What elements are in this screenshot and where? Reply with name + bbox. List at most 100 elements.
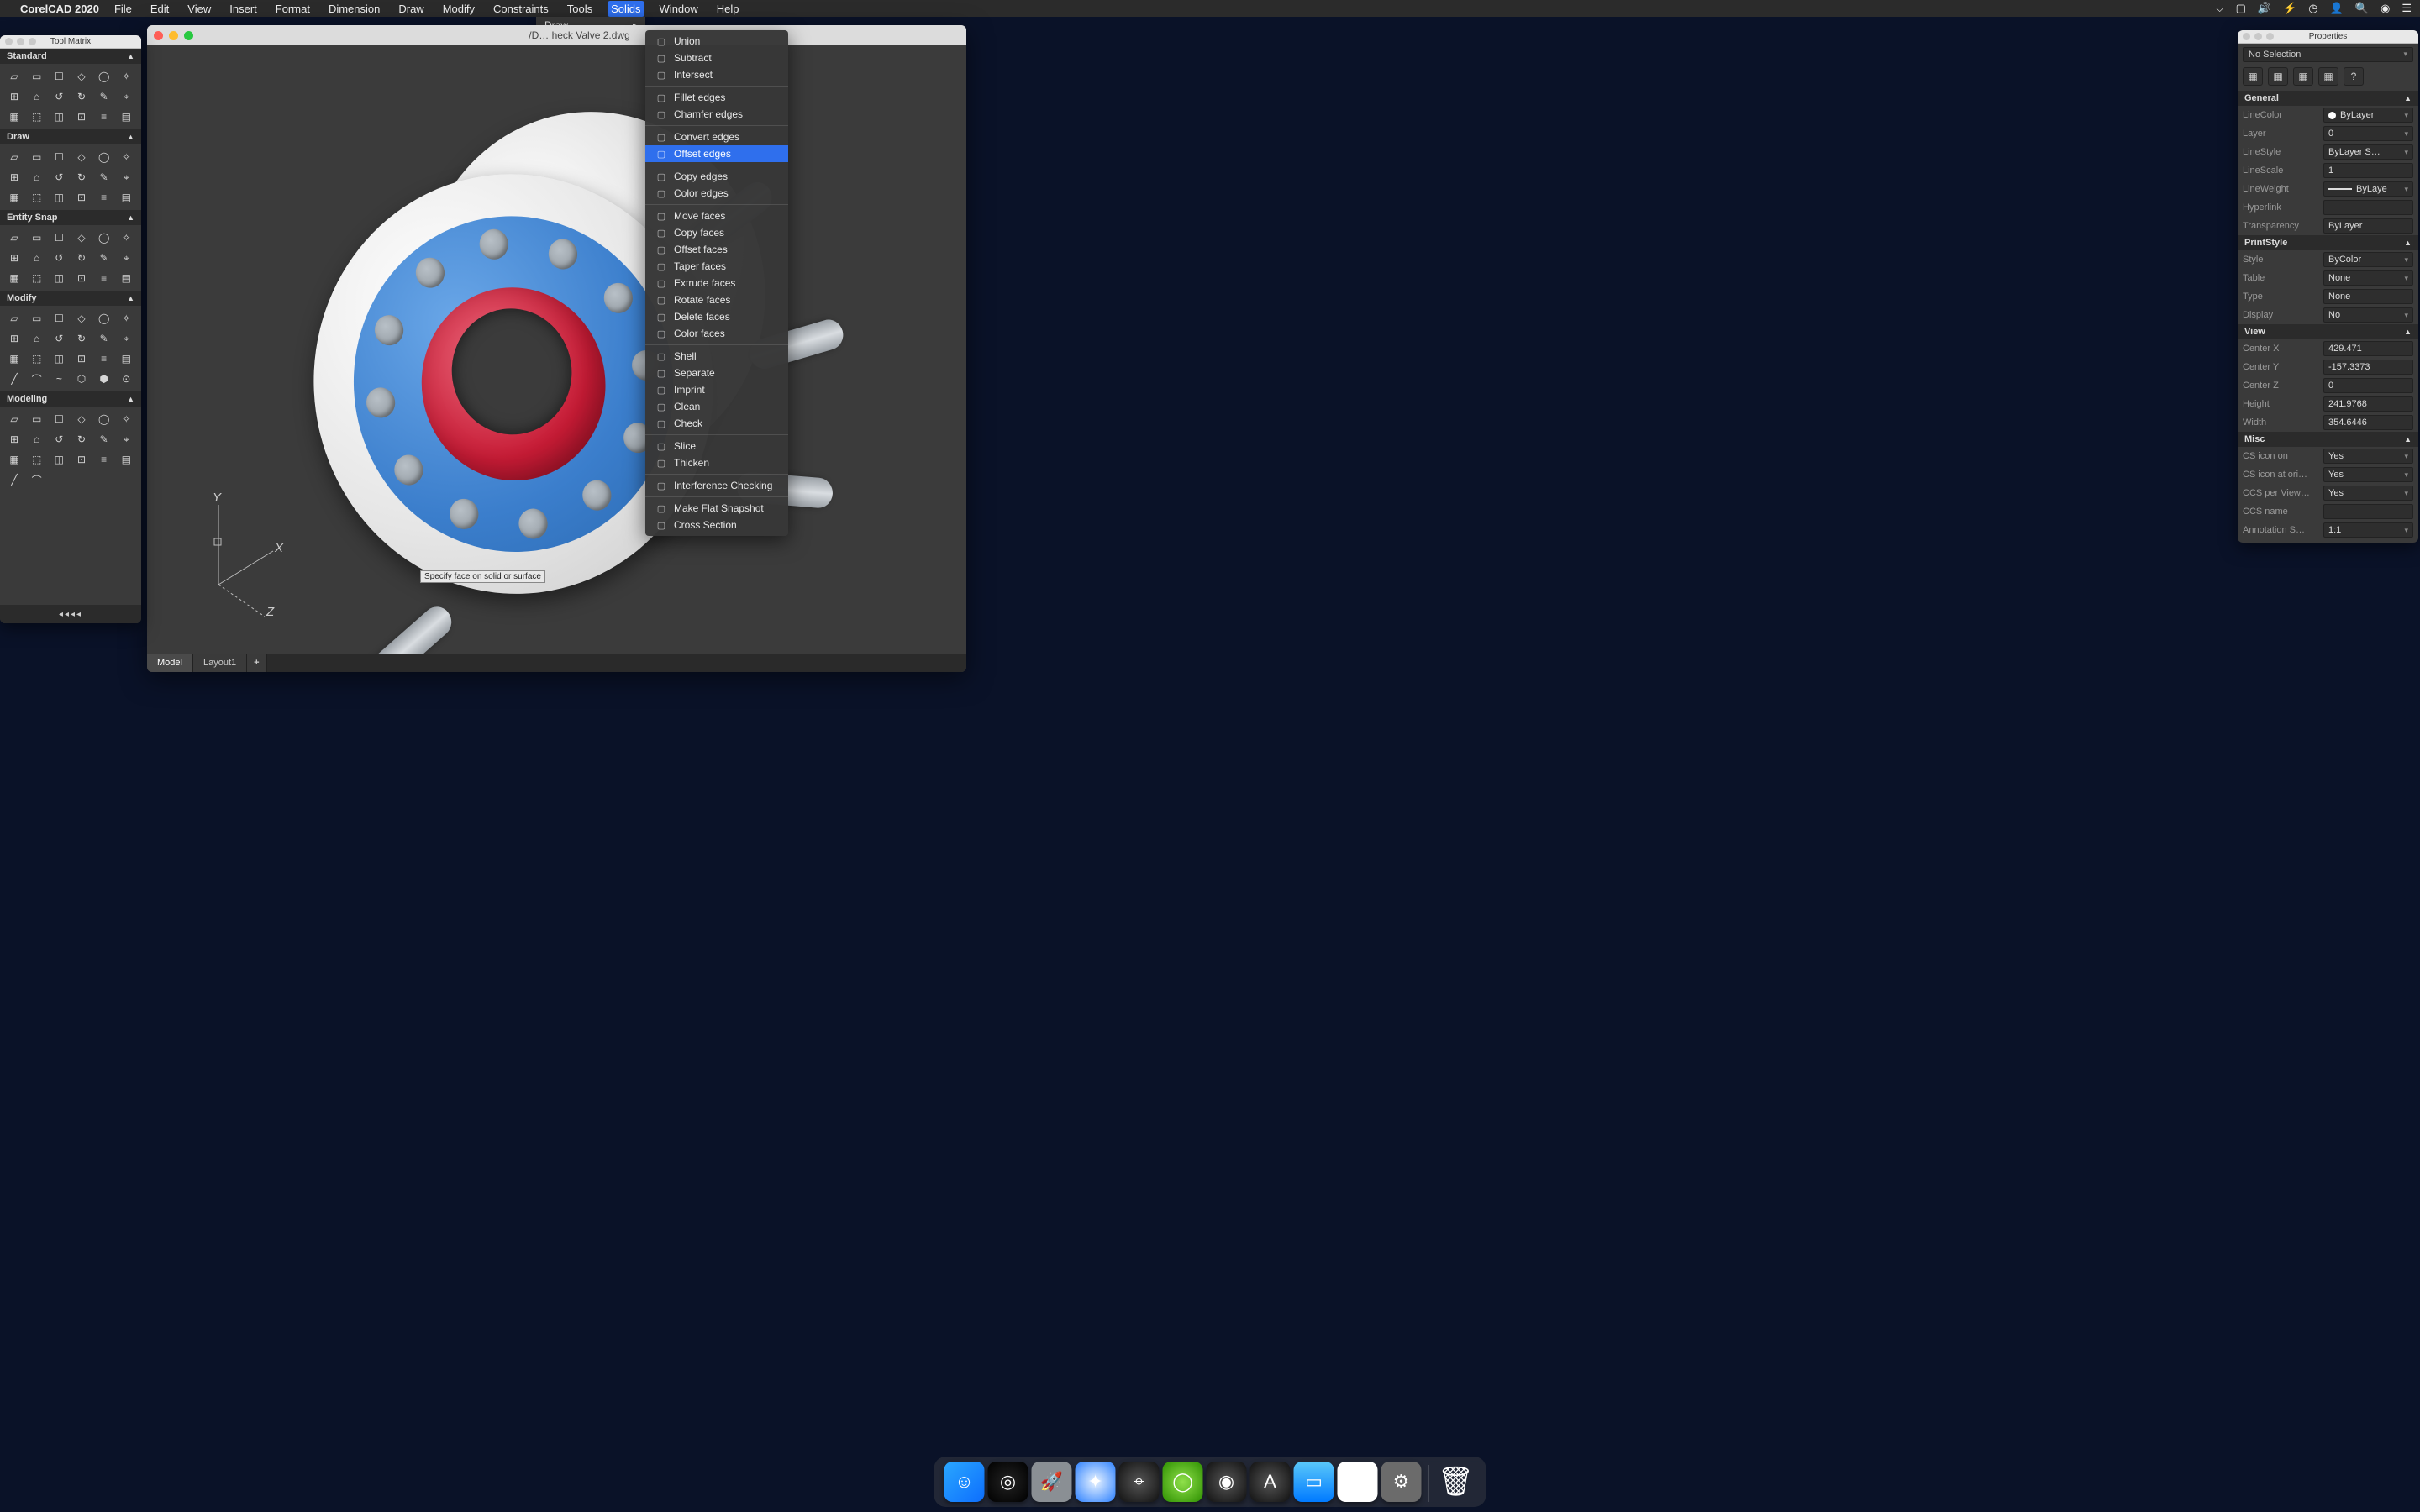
menu-help[interactable]: Help [713, 1, 743, 17]
se-item-color-edges[interactable]: ▢Color edges [645, 185, 788, 202]
regen-icon[interactable]: ≡ [95, 108, 113, 125]
prop-value[interactable] [2323, 504, 2413, 519]
arc-center-icon[interactable]: ✧ [117, 149, 135, 165]
window-close-icon[interactable] [154, 31, 163, 40]
edit-hatch-icon[interactable]: ⬡ [72, 370, 91, 387]
se-item-cross-section[interactable]: ▢Cross Section [645, 517, 788, 533]
tool-matrix-collapse[interactable]: ◂◂◂◂ [0, 605, 141, 623]
parallels-icon[interactable]: ∥ [1338, 1462, 1378, 1502]
pyramid-icon[interactable]: ◇ [72, 411, 91, 428]
menu-dimension[interactable]: Dimension [325, 1, 383, 17]
clipboard-icon[interactable]: ↻ [72, 88, 91, 105]
menu-solids[interactable]: Solids [608, 1, 644, 17]
corelcad-icon[interactable]: ⌖ [1119, 1462, 1160, 1502]
cone-icon[interactable]: ▭ [28, 411, 46, 428]
scale-icon[interactable]: ⌂ [28, 330, 46, 347]
se-item-move-faces[interactable]: ▢Move faces [645, 207, 788, 224]
pick-icon[interactable]: ▦ [2243, 67, 2263, 86]
autocad-icon[interactable]: A [1250, 1462, 1291, 1502]
prop-value[interactable]: -157.3373 [2323, 360, 2413, 375]
props-section-misc[interactable]: Misc▲ [2238, 432, 2418, 447]
chamfer-icon[interactable]: ▦ [5, 350, 24, 367]
section-icon[interactable]: ◫ [50, 451, 68, 468]
prop-value[interactable]: ByLayer [2323, 218, 2413, 234]
se-item-subtract[interactable]: ▢Subtract [645, 50, 788, 66]
revolve-icon[interactable]: ↺ [50, 431, 68, 448]
move2-icon[interactable]: ✧ [117, 310, 135, 327]
prop-value[interactable]: 429.471 [2323, 341, 2413, 356]
se-item-copy-faces[interactable]: ▢Copy faces [645, 224, 788, 241]
sweep-icon[interactable]: ↻ [72, 431, 91, 448]
prop-value[interactable]: None [2323, 270, 2413, 286]
prop-value[interactable]: ByLaye [2323, 181, 2413, 197]
rectangle-icon[interactable]: ◇ [72, 149, 91, 165]
gradient-icon[interactable]: ⬚ [28, 189, 46, 206]
tm-section-modeling[interactable]: Modeling▲ [0, 391, 141, 407]
midpoint-icon[interactable]: ▭ [28, 229, 46, 246]
rotate-icon[interactable]: ⊞ [5, 330, 24, 347]
se-item-make-flat-snapshot[interactable]: ▢Make Flat Snapshot [645, 500, 788, 517]
stretch-icon[interactable]: ↺ [50, 330, 68, 347]
extension-icon[interactable]: ⊞ [5, 249, 24, 266]
quadrant-icon[interactable]: ◯ [95, 229, 113, 246]
xline-icon[interactable]: ↻ [72, 169, 91, 186]
copy2-icon[interactable]: ▭ [28, 310, 46, 327]
volume-icon[interactable]: 🔊 [2258, 2, 2271, 15]
menu-file[interactable]: File [111, 1, 135, 17]
zoom-extents-icon[interactable]: ◫ [50, 108, 68, 125]
convert-icon[interactable]: ▤ [117, 451, 135, 468]
se-item-interference-checking[interactable]: ▢Interference Checking [645, 477, 788, 494]
slice-icon[interactable]: ⬚ [28, 451, 46, 468]
prop-value[interactable]: ByLayer S… [2323, 144, 2413, 160]
move-icon[interactable]: ⊞ [5, 88, 24, 105]
selection-dropdown[interactable]: No Selection▾ [2243, 47, 2413, 62]
menu-icon[interactable]: ☰ [2402, 2, 2412, 15]
se-item-delete-faces[interactable]: ▢Delete faces [645, 308, 788, 325]
help-icon[interactable]: ? [2344, 67, 2364, 86]
polyline-icon[interactable]: ▭ [28, 149, 46, 165]
redo-icon[interactable]: ⌖ [117, 88, 135, 105]
se-item-intersect[interactable]: ▢Intersect [645, 66, 788, 83]
endpoint-icon[interactable]: ▱ [5, 229, 24, 246]
align-icon[interactable]: ⊡ [72, 350, 91, 367]
prop-value[interactable] [2323, 200, 2413, 215]
planar-icon[interactable]: ╱ [5, 471, 24, 488]
paste-icon[interactable]: ↺ [50, 88, 68, 105]
search-icon[interactable]: 🔍 [2355, 2, 2369, 15]
menu-modify[interactable]: Modify [439, 1, 478, 17]
apparent-icon[interactable]: ⌖ [117, 249, 135, 266]
perpendicular-icon[interactable]: ↺ [50, 249, 68, 266]
user-icon[interactable]: 👤 [2330, 2, 2344, 15]
track-icon[interactable]: ⊡ [72, 270, 91, 286]
prop-value[interactable]: Yes [2323, 467, 2413, 482]
se-item-taper-faces[interactable]: ▢Taper faces [645, 258, 788, 275]
from-icon[interactable]: ⬚ [28, 270, 46, 286]
se-item-thicken[interactable]: ▢Thicken [645, 454, 788, 471]
region-icon[interactable]: ⊡ [72, 189, 91, 206]
prop-value[interactable]: 0 [2323, 126, 2413, 141]
se-item-clean[interactable]: ▢Clean [645, 398, 788, 415]
none-icon[interactable]: ◫ [50, 270, 68, 286]
se-item-fillet-edges[interactable]: ▢Fillet edges [645, 89, 788, 106]
pattern-icon[interactable]: ◯ [95, 310, 113, 327]
wedge-icon[interactable]: ⊞ [5, 431, 24, 448]
interfere-icon[interactable]: ⊡ [72, 451, 91, 468]
extend-icon[interactable]: ✎ [95, 330, 113, 347]
prop-value[interactable]: 241.9768 [2323, 396, 2413, 412]
siri-icon[interactable]: ◎ [988, 1462, 1028, 1502]
doc-tab-layout1[interactable]: Layout1 [193, 654, 247, 672]
se-item-chamfer-edges[interactable]: ▢Chamfer edges [645, 106, 788, 123]
prop-value[interactable]: 0 [2323, 378, 2413, 393]
se-item-separate[interactable]: ▢Separate [645, 365, 788, 381]
mesh-icon[interactable]: ⌒ [28, 471, 46, 488]
offset-icon[interactable]: ◇ [72, 310, 91, 327]
print-icon[interactable]: ◇ [72, 68, 91, 85]
se-item-check[interactable]: ▢Check [645, 415, 788, 432]
finder-icon[interactable]: ☺ [944, 1462, 985, 1502]
airplay-icon[interactable]: ▢ [2236, 2, 2246, 15]
menu-window[interactable]: Window [656, 1, 702, 17]
cylinder-icon[interactable]: ☐ [50, 411, 68, 428]
join-icon[interactable]: ▤ [117, 350, 135, 367]
settings-icon[interactable]: ⚙ [1381, 1462, 1422, 1502]
array-icon[interactable]: ≡ [95, 350, 113, 367]
